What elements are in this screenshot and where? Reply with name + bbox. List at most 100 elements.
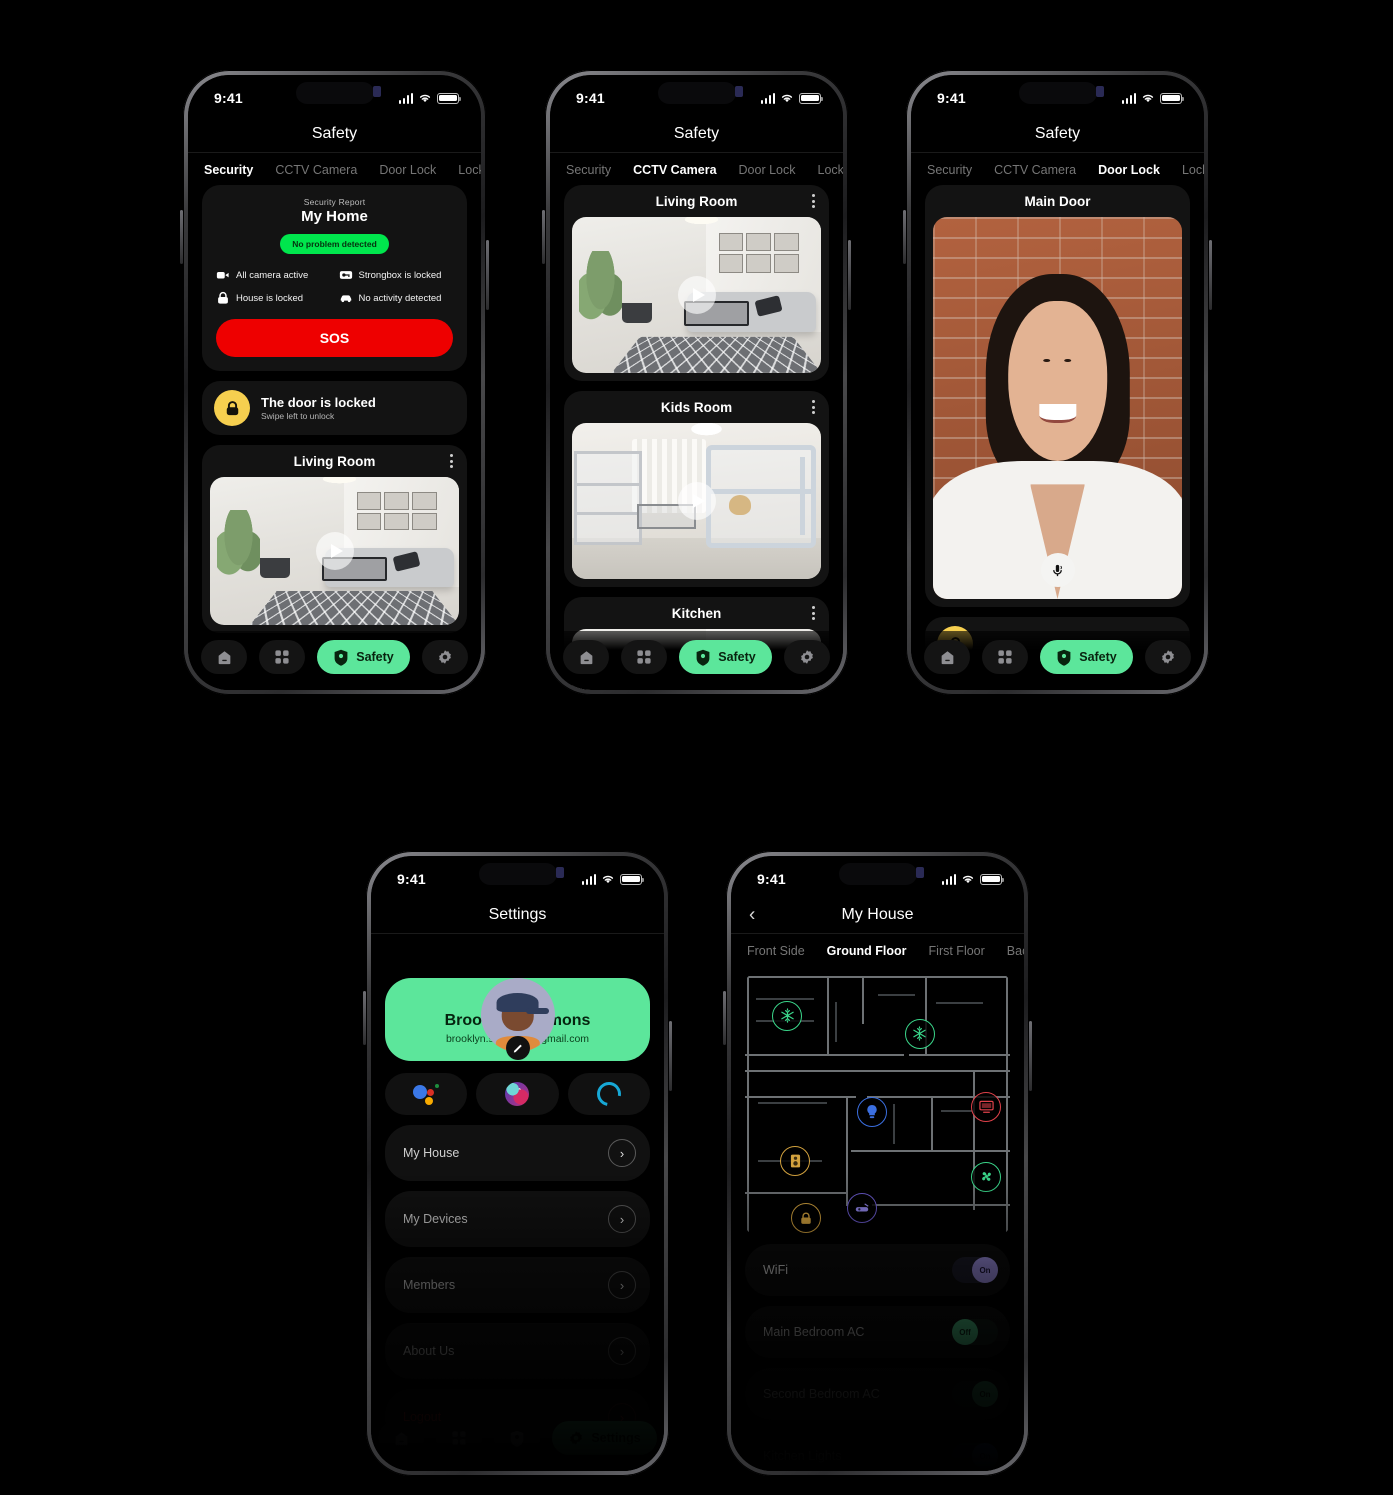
pin-snowflake-icon[interactable]: [772, 1000, 803, 1031]
tab-home[interactable]: [563, 640, 610, 674]
phone3-volume-button[interactable]: [903, 210, 906, 264]
phone4-power-button[interactable]: [669, 1021, 672, 1091]
settings-row-my-house[interactable]: My House ›: [385, 1125, 650, 1181]
phone3-power-button[interactable]: [1209, 240, 1212, 310]
pencil-icon[interactable]: [505, 1036, 530, 1060]
kebab-menu-icon[interactable]: [812, 400, 815, 414]
tab-safety[interactable]: Safety: [679, 640, 772, 674]
assistant-alexa[interactable]: [567, 1073, 650, 1115]
tab-safety[interactable]: Safety: [1040, 640, 1133, 674]
tab-door-lock[interactable]: Door Lock: [739, 163, 818, 177]
pin-tv-icon[interactable]: [971, 1091, 1002, 1122]
floor-plan[interactable]: [745, 974, 1010, 1234]
camera-feed[interactable]: [572, 423, 821, 579]
phone1-power-button[interactable]: [486, 240, 489, 310]
tab-devices[interactable]: [436, 1421, 483, 1455]
bottom-tab-bar[interactable]: Safety: [550, 631, 843, 690]
pin-router-icon[interactable]: [846, 1193, 877, 1223]
camera-card-kids-room[interactable]: Kids Room: [564, 391, 829, 587]
door-lock-card[interactable]: The door is locked Swipe left to unlock: [202, 381, 467, 435]
tab-door-lock[interactable]: Door Lock: [379, 163, 458, 177]
tab-first-floor[interactable]: First Floor: [929, 944, 1007, 958]
device-row-second-bedroom-ac[interactable]: Second Bedroom AC On: [745, 1368, 1010, 1420]
wifi-icon: [1142, 94, 1154, 103]
safety-tabs[interactable]: Security CCTV Camera Door Lock Locker: [911, 153, 1204, 185]
assistant-row[interactable]: [385, 1073, 650, 1115]
microphone-icon[interactable]: [1040, 553, 1075, 587]
settings-row-members[interactable]: Members ›: [385, 1257, 650, 1313]
tab-settings[interactable]: Settings: [552, 1421, 657, 1455]
phone4-volume-button[interactable]: [363, 991, 366, 1045]
phone2-power-button[interactable]: [848, 240, 851, 310]
settings-row-about-us[interactable]: About Us ›: [385, 1323, 650, 1379]
tab-back[interactable]: Back: [1007, 944, 1024, 958]
tab-locker[interactable]: Locker: [458, 163, 481, 177]
camera-feed[interactable]: [210, 477, 459, 625]
camera-card-living-room[interactable]: Living Room: [202, 445, 467, 633]
tab-devices[interactable]: [259, 640, 306, 674]
tab-safety[interactable]: [494, 1421, 541, 1455]
tab-home[interactable]: [201, 640, 248, 674]
tab-settings[interactable]: [421, 640, 468, 674]
bottom-tab-bar[interactable]: Settings: [371, 1412, 664, 1471]
play-icon[interactable]: [677, 482, 716, 520]
bottom-tab-bar[interactable]: Safety: [911, 631, 1204, 690]
tab-home[interactable]: [924, 640, 971, 674]
tab-security[interactable]: Security: [566, 163, 633, 177]
kitchen-lights-toggle[interactable]: On: [952, 1443, 998, 1469]
pin-bulb-icon[interactable]: [857, 1096, 888, 1127]
tab-safety[interactable]: Safety: [317, 640, 410, 674]
tab-cctv-camera[interactable]: CCTV Camera: [275, 163, 379, 177]
pin-fan-icon[interactable]: [971, 1161, 1002, 1192]
door-camera-feed[interactable]: [933, 217, 1182, 599]
chevron-right-icon[interactable]: ›: [608, 1337, 636, 1365]
tab-locker[interactable]: Locker: [1182, 163, 1204, 177]
wifi-toggle[interactable]: On: [952, 1257, 998, 1283]
phone1-volume-button[interactable]: [180, 210, 183, 264]
play-icon[interactable]: [677, 276, 716, 314]
tab-devices[interactable]: [621, 640, 668, 674]
device-row-wifi[interactable]: WiFi On: [745, 1244, 1010, 1296]
device-row-main-bedroom-ac[interactable]: Main Bedroom AC Off: [745, 1306, 1010, 1358]
tab-locker[interactable]: Locker: [818, 163, 843, 177]
pin-padlock-icon[interactable]: [790, 1203, 821, 1234]
chevron-right-icon[interactable]: ›: [608, 1271, 636, 1299]
camera-card-living-room[interactable]: Living Room: [564, 185, 829, 381]
floor-tabs[interactable]: Front Side Ground Floor First Floor Back: [731, 934, 1024, 966]
tab-settings[interactable]: [1144, 640, 1191, 674]
tab-security[interactable]: Security: [927, 163, 994, 177]
camera-feed[interactable]: [572, 217, 821, 373]
kebab-menu-icon[interactable]: [812, 606, 815, 620]
phone5-volume-button[interactable]: [723, 991, 726, 1045]
tab-security[interactable]: Security: [204, 163, 275, 177]
assistant-google[interactable]: [385, 1073, 468, 1115]
safety-tabs[interactable]: Security CCTV Camera Door Lock Locker: [188, 153, 481, 185]
tab-door-lock[interactable]: Door Lock: [1098, 163, 1182, 177]
settings-row-my-devices[interactable]: My Devices ›: [385, 1191, 650, 1247]
main-bedroom-ac-toggle[interactable]: Off: [952, 1319, 998, 1345]
second-bedroom-ac-toggle[interactable]: On: [952, 1381, 998, 1407]
tab-home[interactable]: [378, 1421, 425, 1455]
tab-front-side[interactable]: Front Side: [747, 944, 827, 958]
kebab-menu-icon[interactable]: [812, 194, 815, 208]
device-row-kitchen-lights[interactable]: Kitchen Lights On: [745, 1430, 1010, 1471]
safety-tabs[interactable]: Security CCTV Camera Door Lock Locker: [550, 153, 843, 185]
tab-cctv-camera[interactable]: CCTV Camera: [633, 163, 738, 177]
tab-devices[interactable]: [982, 640, 1029, 674]
pin-speaker-icon[interactable]: [780, 1146, 811, 1177]
tab-ground-floor[interactable]: Ground Floor: [827, 944, 929, 958]
kebab-menu-icon[interactable]: [450, 454, 453, 468]
sos-button[interactable]: SOS: [216, 319, 453, 357]
camera-card-main-door[interactable]: Main Door: [925, 185, 1190, 607]
play-icon[interactable]: [315, 532, 354, 570]
chevron-right-icon[interactable]: ›: [608, 1205, 636, 1233]
chevron-right-icon[interactable]: ›: [608, 1139, 636, 1167]
phone2-volume-button[interactable]: [542, 210, 545, 264]
tab-cctv-camera[interactable]: CCTV Camera: [994, 163, 1098, 177]
bottom-tab-bar[interactable]: Safety: [188, 631, 481, 690]
phone5-power-button[interactable]: [1029, 1021, 1032, 1091]
chevron-left-icon[interactable]: ‹: [749, 905, 755, 924]
pin-snowflake-icon[interactable]: [904, 1018, 935, 1049]
tab-settings[interactable]: [783, 640, 830, 674]
assistant-siri[interactable]: [476, 1073, 559, 1115]
